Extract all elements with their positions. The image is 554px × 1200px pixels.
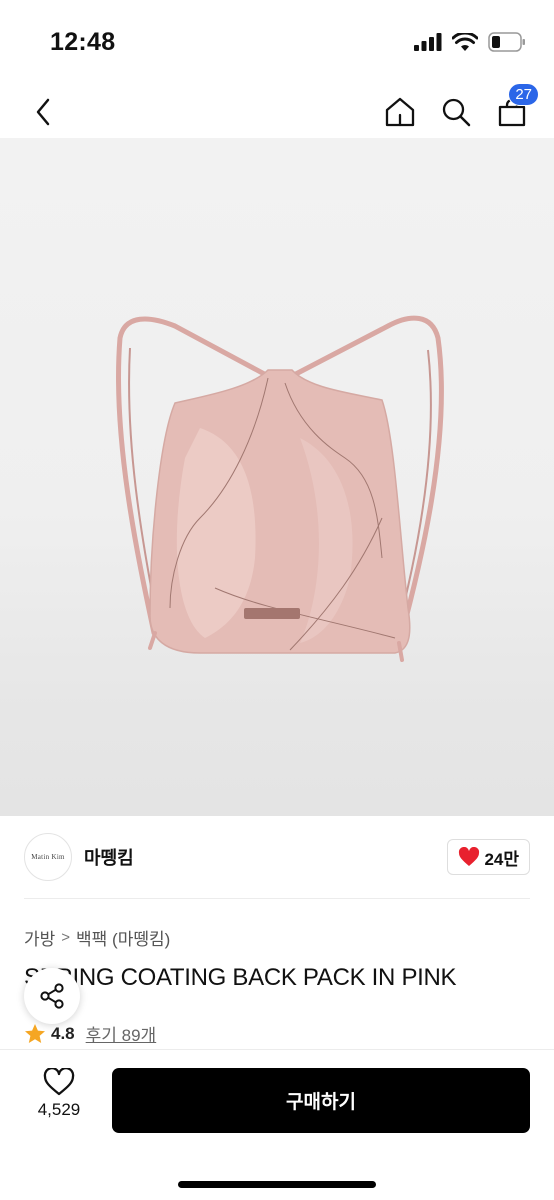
product-title: SPRING COATING BACK PACK IN PINK xyxy=(24,964,457,991)
wifi-icon xyxy=(452,32,478,51)
status-bar: 12:48 xyxy=(0,0,554,88)
home-icon xyxy=(385,97,415,127)
breadcrumb-category[interactable]: 가방 xyxy=(24,925,55,950)
breadcrumb-separator: > xyxy=(61,929,71,946)
battery-icon xyxy=(488,32,525,52)
brand-logo[interactable]: Matin Kim xyxy=(24,833,72,881)
status-time: 12:48 xyxy=(50,28,116,56)
bottom-bar: 4,529 구매하기 xyxy=(0,1049,554,1200)
brand-logo-text: Matin Kim xyxy=(31,853,65,861)
rating-row: 4.8 후기 89개 xyxy=(24,1021,156,1046)
breadcrumb: 가방 > 백팩 (마뗑킴) xyxy=(24,925,170,950)
product-image[interactable] xyxy=(0,138,554,816)
brand-like-button[interactable]: 24만 xyxy=(447,839,530,875)
brand-name[interactable]: 마뗑킴 xyxy=(84,844,134,870)
share-icon xyxy=(40,983,64,1009)
rating-value: 4.8 xyxy=(51,1023,75,1043)
back-icon xyxy=(36,98,50,126)
brand-like-count: 24만 xyxy=(484,849,519,869)
nav-actions: 27 xyxy=(382,83,539,132)
divider xyxy=(24,898,530,899)
status-icons xyxy=(414,32,526,52)
brand-row: Matin Kim 마뗑킴 24만 xyxy=(24,832,530,882)
cart-button[interactable]: 27 xyxy=(494,83,539,132)
wishlist-button[interactable]: 4,529 xyxy=(24,1068,94,1132)
review-link[interactable]: 후기 89개 xyxy=(86,1021,157,1046)
home-button[interactable] xyxy=(382,92,418,132)
cart-badge: 27 xyxy=(508,83,539,106)
search-icon xyxy=(442,98,471,127)
home-indicator xyxy=(178,1181,376,1188)
heart-outline-icon xyxy=(43,1068,75,1096)
search-button[interactable] xyxy=(438,92,474,132)
wishlist-count: 4,529 xyxy=(37,1100,81,1119)
signal-icon xyxy=(414,33,442,51)
backpack-image xyxy=(116,315,444,662)
back-button[interactable] xyxy=(28,94,58,130)
nav-bar: 27 xyxy=(0,83,554,138)
breadcrumb-subcategory[interactable]: 백팩 (마뗑킴) xyxy=(76,925,170,950)
share-button[interactable] xyxy=(24,968,80,1024)
heart-icon xyxy=(459,847,480,866)
star-icon xyxy=(25,1023,45,1043)
buy-button[interactable]: 구매하기 xyxy=(112,1068,530,1133)
